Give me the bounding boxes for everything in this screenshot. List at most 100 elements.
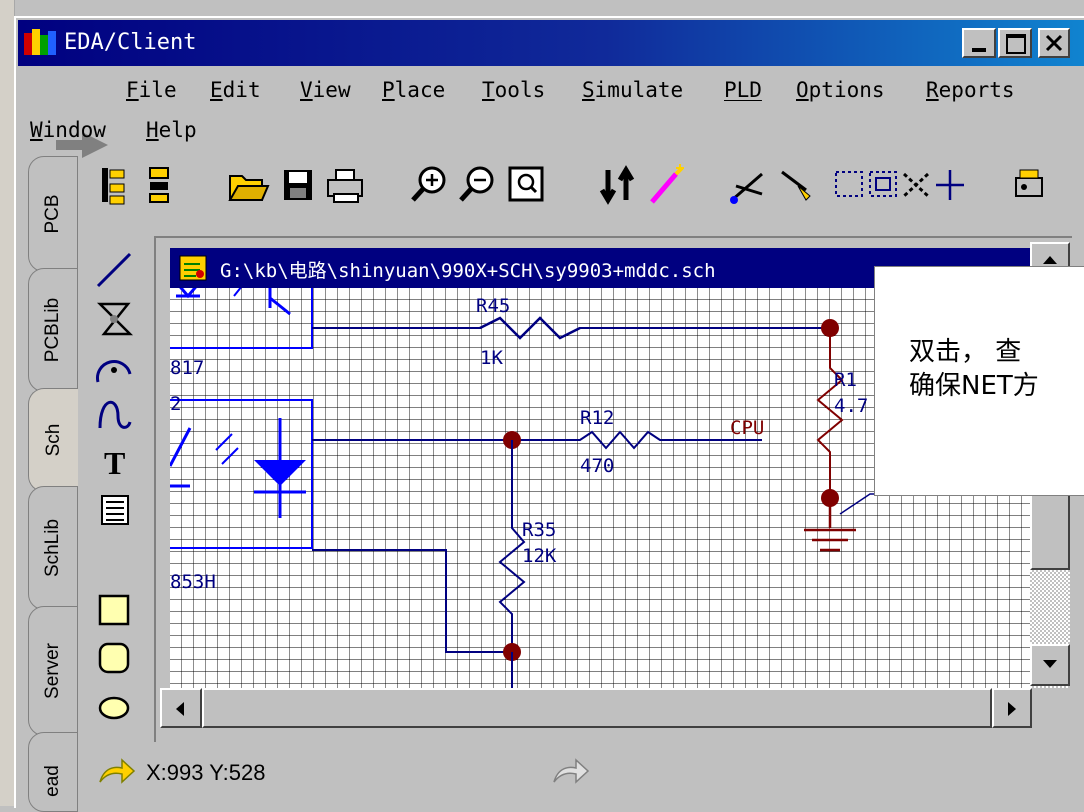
menu-view[interactable]: View (300, 78, 351, 102)
menu-window[interactable]: Window (30, 118, 106, 142)
pointer-select-icon[interactable] (776, 160, 820, 210)
rectangle-icon[interactable] (88, 588, 142, 634)
minimize-button[interactable] (962, 28, 996, 58)
ellipse-icon[interactable] (88, 684, 142, 730)
svg-text:T: T (104, 445, 125, 481)
scroll-down-icon (1043, 660, 1057, 668)
print-icon[interactable] (324, 160, 368, 210)
menu-reports-key: R (926, 78, 939, 102)
menu-options-label: ptions (808, 78, 885, 102)
menu-file[interactable]: File (126, 78, 177, 102)
redo-arrow-icon[interactable] (550, 756, 590, 786)
junction-top-right (821, 319, 839, 337)
save-icon[interactable] (278, 160, 318, 210)
opto2-label: 853H (170, 571, 216, 593)
menu-edit-key: E (210, 78, 223, 102)
cross-probe-icon[interactable] (596, 160, 640, 210)
tab-sch[interactable]: Sch (28, 388, 78, 492)
project-tree-icon[interactable] (96, 160, 136, 210)
window-title: EDA/Client (64, 30, 197, 55)
zoom-in-icon[interactable] (408, 160, 452, 210)
scroll-down-button[interactable] (1030, 644, 1070, 686)
library-browse-icon[interactable] (1010, 160, 1050, 210)
desktop-edge (0, 0, 15, 806)
menu-pld[interactable]: PLD (724, 78, 762, 102)
scroll-right-button[interactable] (992, 688, 1032, 728)
r1-label: R1 (834, 369, 857, 391)
menu-view-key: V (300, 78, 313, 102)
cut-wire-icon[interactable] (726, 160, 770, 210)
annotation-callout: 双击， 查 确保NET方 (874, 266, 1084, 496)
scroll-left-icon (176, 702, 184, 716)
menu-simulate-label: imulate (594, 78, 684, 102)
menu-file-key: F (126, 78, 139, 102)
tab-schlib[interactable]: SchLib (28, 486, 78, 610)
tab-pcblib[interactable]: PCBLib (28, 268, 78, 392)
title-bar[interactable]: EDA/Client (18, 20, 1084, 66)
tab-pcb[interactable]: PCB (28, 156, 78, 272)
menu-tools[interactable]: Tools (482, 78, 545, 102)
menu-reports-label: eports (938, 78, 1015, 102)
r45-value: 1K (480, 347, 503, 369)
menu-edit[interactable]: Edit (210, 78, 261, 102)
r12-label: R12 (580, 407, 614, 429)
r12-value: 470 (580, 455, 614, 477)
status-bar: X:993 Y:528 (90, 748, 690, 798)
zoom-fit-icon[interactable] (504, 160, 548, 210)
polygon-icon[interactable] (88, 296, 142, 342)
cpu-net-label[interactable]: CPU (730, 417, 764, 439)
cursor-coordinates: X:993 Y:528 (146, 760, 266, 785)
scroll-left-button[interactable] (160, 688, 202, 728)
schematic-doc-icon (179, 255, 207, 281)
tab-pcblib-label: PCBLib (42, 297, 63, 363)
minimize-icon (972, 48, 986, 52)
bezier-icon[interactable] (88, 392, 142, 438)
move-cross-icon[interactable] (930, 160, 970, 210)
tab-sch-label: Sch (42, 423, 64, 457)
menu-options[interactable]: Options (796, 78, 885, 102)
menu-help-key: H (146, 118, 159, 142)
scroll-right-icon (1008, 702, 1016, 716)
document-list-icon[interactable] (142, 160, 182, 210)
draw-line-icon[interactable] (88, 248, 142, 294)
tab-read[interactable]: ead (28, 732, 78, 812)
menu-tools-key: T (482, 78, 495, 102)
close-button[interactable] (1038, 28, 1070, 58)
tab-read-label: ead (42, 765, 63, 798)
horizontal-scrollbar[interactable] (160, 688, 1032, 728)
menu-simulate-key: S (582, 78, 595, 102)
main-toolbar (90, 160, 1070, 220)
menu-place-label: lace (394, 78, 446, 102)
maximize-icon (1006, 34, 1026, 54)
menu-pld-label: PLD (724, 78, 762, 102)
text-tool-icon[interactable]: T (88, 440, 142, 486)
tab-server-label: Server (42, 643, 63, 699)
menu-reports[interactable]: Reports (926, 78, 1015, 102)
r35-value: 12K (522, 545, 557, 567)
menu-tools-label: ools (494, 78, 546, 102)
opto1-label: 817 (170, 357, 204, 379)
maximize-button[interactable] (998, 28, 1032, 58)
horizontal-scroll-thumb[interactable] (202, 688, 992, 728)
open-folder-icon[interactable] (226, 160, 270, 210)
drawing-toolbar: T (88, 240, 148, 740)
menu-edit-label: dit (222, 78, 261, 102)
zoom-out-icon[interactable] (456, 160, 500, 210)
menu-window-label: indow (42, 118, 106, 142)
tab-server[interactable]: Server (28, 606, 78, 736)
menu-place-key: P (382, 78, 395, 102)
magic-wand-icon[interactable] (646, 160, 690, 210)
text-frame-icon[interactable] (88, 488, 142, 534)
arc-icon[interactable] (88, 344, 142, 390)
r1-value: 4.7 (834, 395, 868, 417)
menu-bar-row2: Window Help (16, 116, 416, 152)
menu-file-label: ile (138, 78, 177, 102)
tab-schlib-label: SchLib (42, 518, 63, 578)
menu-simulate[interactable]: Simulate (582, 78, 683, 102)
menu-place[interactable]: Place (382, 78, 445, 102)
menu-help[interactable]: Help (146, 118, 197, 142)
panel-tabs: PCB PCBLib Sch SchLib Server ead (28, 150, 80, 812)
rounded-rectangle-icon[interactable] (88, 636, 142, 682)
r45-label: R45 (476, 295, 510, 317)
undo-arrow-icon[interactable] (96, 756, 136, 786)
